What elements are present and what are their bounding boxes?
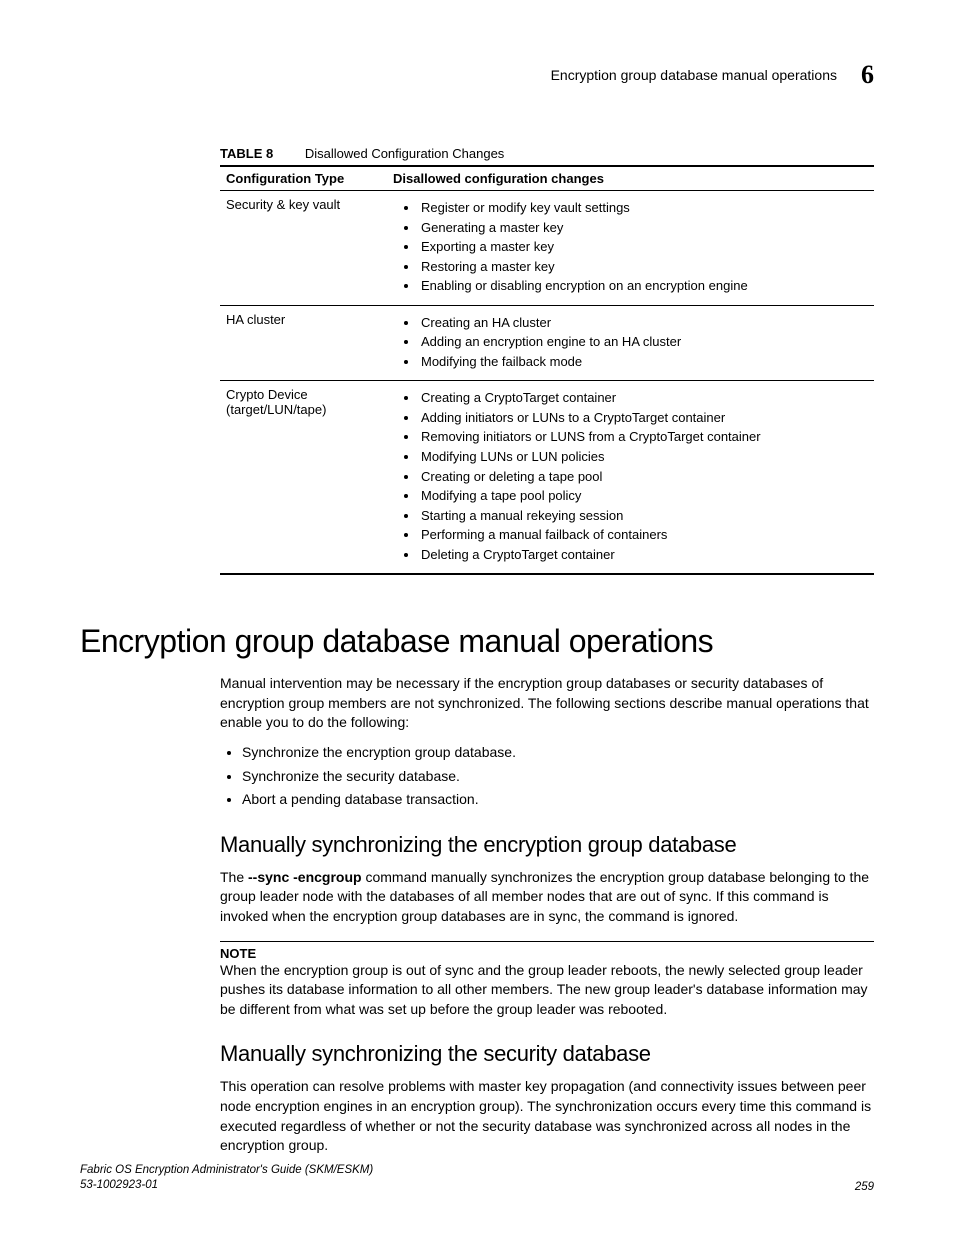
table-title: Disallowed Configuration Changes <box>305 146 504 161</box>
command-text: --sync -encgroup <box>248 869 362 885</box>
cfg-items: Register or modify key vault settings Ge… <box>387 191 874 306</box>
running-header: Encryption group database manual operati… <box>80 60 874 90</box>
sub2-paragraph: This operation can resolve problems with… <box>220 1077 874 1155</box>
subsection-heading: Manually synchronizing the encryption gr… <box>220 832 874 858</box>
list-item: Abort a pending database transaction. <box>242 790 874 810</box>
list-item: Restoring a master key <box>419 258 868 276</box>
page-footer: Fabric OS Encryption Administrator's Gui… <box>80 1163 874 1193</box>
list-item: Performing a manual failback of containe… <box>419 526 868 544</box>
intro-paragraph: Manual intervention may be necessary if … <box>220 674 874 733</box>
list-item: Modifying a tape pool policy <box>419 487 868 505</box>
section-heading: Encryption group database manual operati… <box>80 623 874 660</box>
running-title: Encryption group database manual operati… <box>551 67 837 83</box>
disallowed-config-table: Configuration Type Disallowed configurat… <box>220 165 874 575</box>
table-label: TABLE 8 <box>220 146 273 161</box>
intro-list: Synchronize the encryption group databas… <box>220 743 874 810</box>
chapter-number: 6 <box>861 60 874 90</box>
list-item: Adding initiators or LUNs to a CryptoTar… <box>419 409 868 427</box>
cfg-type: Security & key vault <box>220 191 387 306</box>
footer-title: Fabric OS Encryption Administrator's Gui… <box>80 1164 373 1176</box>
cfg-type: HA cluster <box>220 305 387 381</box>
list-item: Creating an HA cluster <box>419 314 868 332</box>
list-item: Register or modify key vault settings <box>419 199 868 217</box>
table-row: Crypto Device (target/LUN/tape) Creating… <box>220 381 874 574</box>
page-number: 259 <box>855 1181 874 1193</box>
list-item: Deleting a CryptoTarget container <box>419 546 868 564</box>
list-item: Generating a master key <box>419 219 868 237</box>
list-item: Exporting a master key <box>419 238 868 256</box>
list-item: Creating a CryptoTarget container <box>419 389 868 407</box>
table-row: HA cluster Creating an HA cluster Adding… <box>220 305 874 381</box>
list-item: Modifying the failback mode <box>419 353 868 371</box>
list-item: Starting a manual rekeying session <box>419 507 868 525</box>
table-caption: TABLE 8 Disallowed Configuration Changes <box>220 146 874 161</box>
list-item: Creating or deleting a tape pool <box>419 468 868 486</box>
list-item: Adding an encryption engine to an HA clu… <box>419 333 868 351</box>
note-rule <box>220 941 874 942</box>
cfg-type: Crypto Device (target/LUN/tape) <box>220 381 387 574</box>
col-disallowed: Disallowed configuration changes <box>387 166 874 191</box>
col-config-type: Configuration Type <box>220 166 387 191</box>
footer-docnum: 53-1002923-01 <box>80 1179 158 1191</box>
cfg-items: Creating an HA cluster Adding an encrypt… <box>387 305 874 381</box>
sub1-paragraph: The --sync -encgroup command manually sy… <box>220 868 874 927</box>
note-text: When the encryption group is out of sync… <box>220 961 874 1020</box>
cfg-items: Creating a CryptoTarget container Adding… <box>387 381 874 574</box>
table-row: Security & key vault Register or modify … <box>220 191 874 306</box>
list-item: Removing initiators or LUNS from a Crypt… <box>419 428 868 446</box>
list-item: Enabling or disabling encryption on an e… <box>419 277 868 295</box>
note-label: NOTE <box>220 946 874 961</box>
list-item: Modifying LUNs or LUN policies <box>419 448 868 466</box>
list-item: Synchronize the security database. <box>242 767 874 787</box>
table-8: TABLE 8 Disallowed Configuration Changes… <box>220 146 874 575</box>
list-item: Synchronize the encryption group databas… <box>242 743 874 763</box>
subsection-heading: Manually synchronizing the security data… <box>220 1041 874 1067</box>
